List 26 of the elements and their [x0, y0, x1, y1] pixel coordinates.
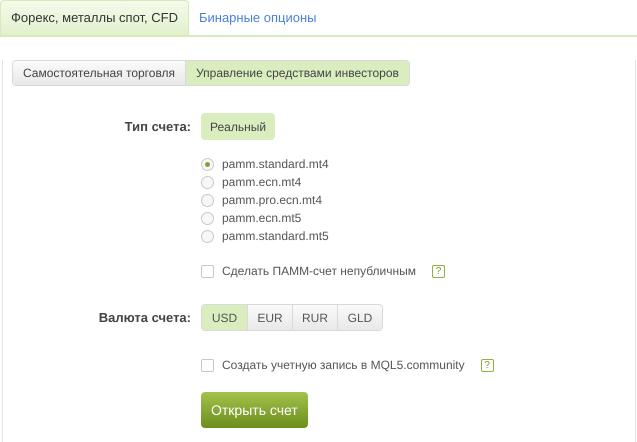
radio-label: pamm.ecn.mt4	[222, 174, 302, 191]
radio-label: pamm.standard.mt4	[222, 156, 329, 173]
field-label: Тип счета:	[124, 118, 191, 136]
help-icon[interactable]: ?	[480, 358, 494, 372]
tab[interactable]: Бинарные опционы	[188, 0, 326, 35]
segment-button[interactable]: Самостоятельная торговля	[13, 61, 186, 85]
checkbox[interactable]	[201, 358, 214, 372]
account-type-button[interactable]: Реальный	[201, 113, 276, 140]
checkbox-label: Сделать ПАММ-счет непубличным	[222, 263, 416, 280]
segment-button[interactable]: Управление средствами инвесторов	[186, 61, 409, 85]
radio-label: pamm.ecn.mt5	[222, 210, 302, 227]
radio-button[interactable]	[201, 176, 214, 188]
radio-button[interactable]	[201, 212, 214, 224]
radio-button[interactable]	[201, 230, 214, 242]
currency-button[interactable]: USD	[202, 305, 247, 330]
radio-label: pamm.pro.ecn.mt4	[222, 192, 322, 209]
radio-button[interactable]	[201, 194, 214, 206]
tab[interactable]: Форекс, металлы спот, CFD	[0, 0, 189, 35]
currency-button[interactable]: RUR	[292, 305, 337, 330]
radio-label: pamm.standard.mt5	[222, 228, 329, 245]
currency-button[interactable]: EUR	[247, 305, 292, 330]
radio-button[interactable]	[201, 158, 214, 170]
checkbox-label: Создать учетную запись в MQL5.community	[222, 357, 465, 374]
checkbox[interactable]	[201, 264, 214, 278]
field-label: Валюта счета:	[98, 308, 191, 327]
currency-button[interactable]: GLD	[337, 305, 382, 330]
